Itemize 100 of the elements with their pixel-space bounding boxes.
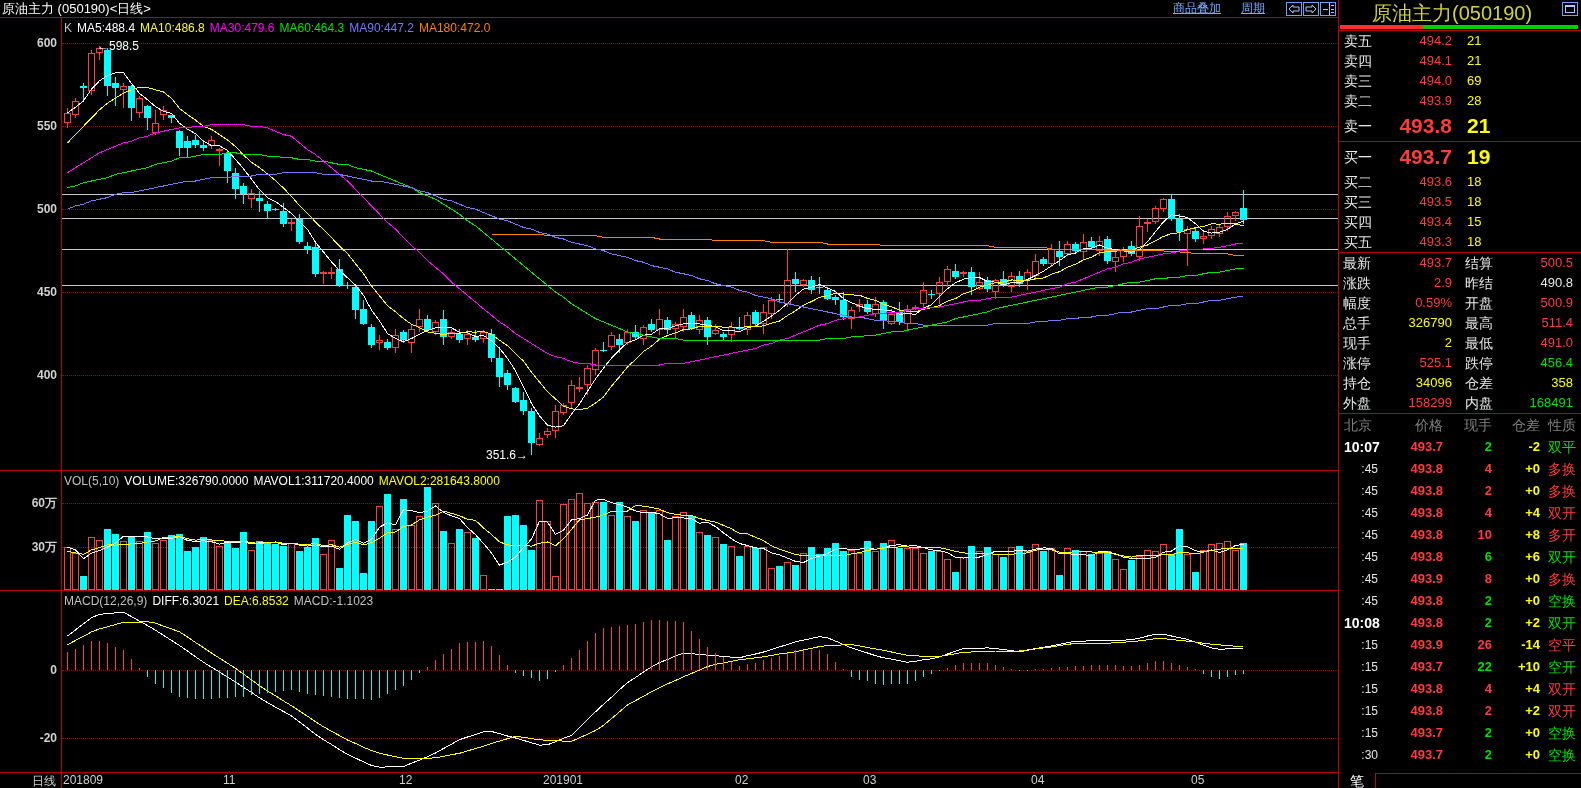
quote-value: 525.1 (1419, 355, 1452, 371)
bar (288, 543, 295, 590)
order-price: 493.7 (1399, 145, 1452, 169)
legend-label: K (64, 21, 72, 35)
toolbar-link[interactable]: 商品叠加 (1173, 1, 1221, 16)
price-axis-label: 550 (36, 119, 57, 134)
trade-oi-change: -14 (1521, 637, 1540, 653)
order-level-label: 买五 (1344, 234, 1372, 250)
trade-volume: 4 (1484, 681, 1492, 697)
column-header: 仓差 (1512, 417, 1540, 433)
high-price-label: ←598.5 (97, 39, 140, 52)
bar (80, 576, 87, 590)
trade-time: :15 (1361, 638, 1378, 652)
trade-oi-change: +0 (1525, 483, 1540, 499)
trade-price: 493.8 (1410, 549, 1443, 565)
trade-volume: 2 (1484, 483, 1492, 499)
right-arrow-icon[interactable] (1303, 1, 1319, 16)
quote-value: 358 (1551, 375, 1573, 391)
trade-time: :45 (1361, 462, 1378, 476)
bar (448, 543, 455, 590)
bar (776, 566, 783, 590)
legend-label: MA30:479.6 (209, 21, 275, 35)
bar (376, 506, 383, 590)
order-price: 493.8 (1399, 114, 1452, 138)
bar (888, 540, 895, 590)
candlestick (376, 334, 383, 351)
candlestick (208, 135, 215, 150)
order-price: 494.0 (1419, 73, 1452, 89)
bar (424, 487, 431, 590)
trade-time: :45 (1361, 594, 1378, 608)
trade-price: 493.9 (1410, 571, 1443, 587)
order-volume: 19 (1467, 145, 1491, 169)
candlestick (448, 328, 455, 340)
bar (1064, 548, 1071, 590)
quote-label: 幅度 (1343, 295, 1371, 311)
bar (992, 554, 999, 590)
order-level-label: 买一 (1344, 149, 1372, 165)
legend-label: MA60:464.3 (279, 21, 345, 35)
trade-time: :15 (1361, 682, 1378, 696)
trade-volume: 2 (1484, 747, 1492, 763)
bar (480, 575, 487, 590)
order-price: 493.5 (1419, 194, 1452, 210)
bar (632, 521, 639, 590)
legend-label: MACD(12,26,9) (64, 594, 148, 608)
trade-oi-change: +10 (1517, 659, 1540, 675)
left-arrow-icon[interactable] (1286, 1, 1302, 16)
candlestick (696, 314, 703, 335)
bar (136, 541, 143, 590)
column-header: 性质 (1548, 417, 1576, 433)
legend-label: MACD:-1.1023 (293, 594, 374, 608)
quote-value: 500.9 (1540, 295, 1573, 311)
price-axis-label: 450 (36, 285, 57, 300)
candlestick (944, 265, 951, 288)
legend-label: VOLUME:326790.0000 (124, 474, 249, 488)
trade-time: 10:07 (1344, 439, 1380, 455)
volume-axis-label: 30万 (31, 540, 57, 554)
quote-value: 456.4 (1540, 355, 1573, 371)
trade-volume: 2 (1484, 703, 1492, 719)
trade-type: 多换 (1548, 483, 1576, 499)
bar (752, 548, 759, 590)
trade-oi-change: +0 (1525, 747, 1540, 763)
bar (896, 548, 903, 590)
trade-price: 493.8 (1410, 461, 1443, 477)
bar (1040, 551, 1047, 590)
bar (800, 553, 807, 590)
bar (720, 544, 727, 590)
split-panel-icon[interactable] (1320, 1, 1336, 16)
order-level-label: 卖四 (1344, 53, 1372, 69)
trade-type: 多开 (1548, 527, 1576, 543)
trade-volume: 22 (1477, 659, 1492, 675)
quote-value: 0.59% (1415, 295, 1452, 311)
trade-time: :45 (1361, 484, 1378, 498)
order-price: 494.1 (1419, 53, 1452, 69)
bar (784, 562, 791, 590)
trade-oi-change: +0 (1525, 725, 1540, 741)
legend-label: MAVOL1:311720.4000 (253, 474, 374, 488)
bar (384, 494, 391, 590)
column-header: 价格 (1415, 417, 1443, 433)
trade-price: 493.8 (1410, 505, 1443, 521)
order-volume: 18 (1467, 234, 1482, 250)
order-level-label: 买四 (1344, 214, 1372, 230)
trade-type: 双开 (1548, 681, 1576, 697)
trade-time: :45 (1361, 572, 1378, 586)
candlestick (368, 323, 375, 349)
bar (952, 572, 959, 590)
candlestick (792, 271, 799, 293)
bar (688, 516, 695, 590)
trade-oi-change: +4 (1525, 681, 1540, 697)
date-axis-label: 02 (735, 773, 749, 788)
legend-label: MA180:472.0 (418, 21, 491, 35)
trade-type: 双开 (1548, 615, 1576, 631)
order-volume: 21 (1467, 114, 1491, 138)
trade-type: 多换 (1548, 571, 1576, 587)
quote-label: 外盘 (1343, 395, 1371, 411)
trade-oi-change: +8 (1525, 527, 1540, 543)
order-price: 493.4 (1419, 214, 1452, 230)
bar (1056, 575, 1063, 590)
candlestick (280, 202, 287, 228)
toolbar-link[interactable]: 周期 (1241, 1, 1265, 16)
maximize-icon[interactable] (1562, 2, 1578, 16)
